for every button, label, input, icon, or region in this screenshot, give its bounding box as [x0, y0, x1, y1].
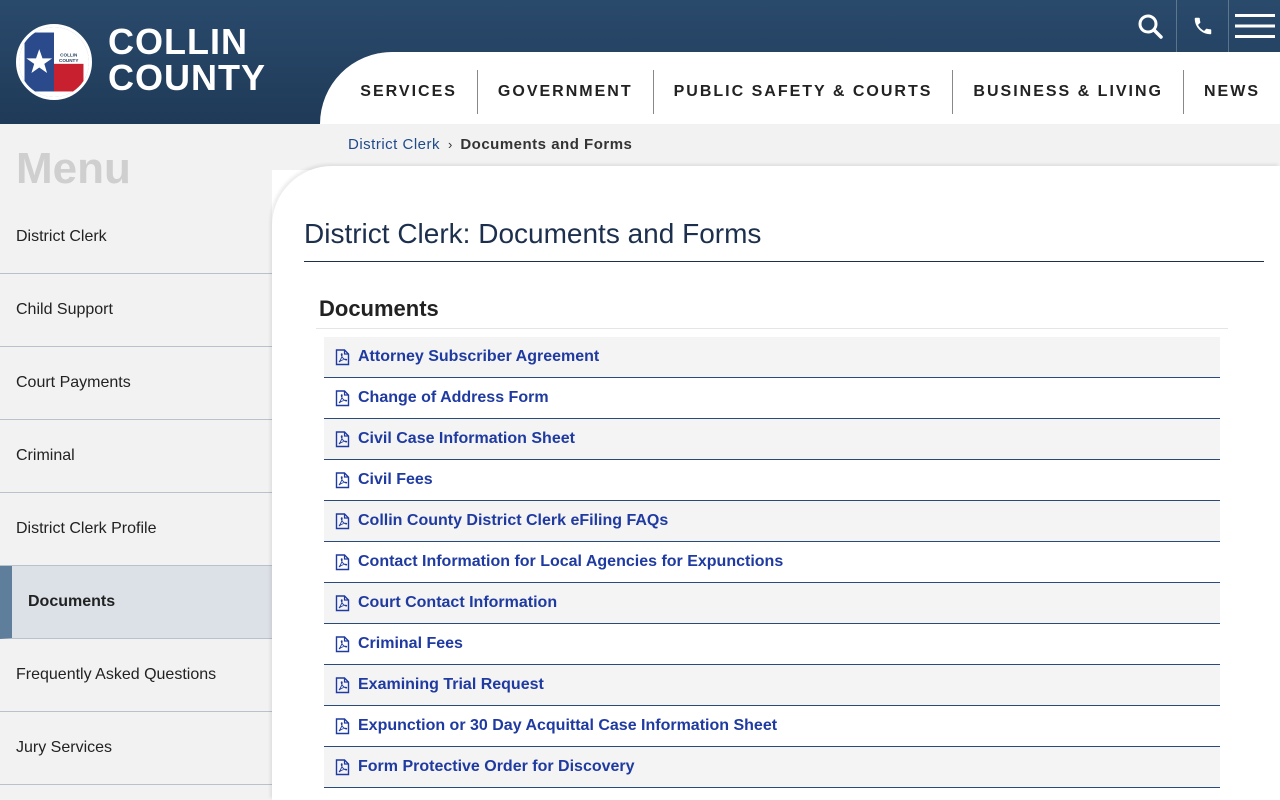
document-link[interactable]: Collin County District Clerk eFiling FAQ…	[324, 501, 1220, 542]
document-link[interactable]: Civil Fees	[324, 460, 1220, 501]
nav-business-living[interactable]: BUSINESS & LIVING	[952, 70, 1183, 114]
brand-line-2: COUNTY	[108, 57, 266, 98]
document-link-label: Court Contact Information	[358, 594, 558, 611]
hamburger-menu-icon	[1234, 14, 1275, 38]
pdf-file-icon	[335, 594, 350, 611]
document-link-label: Expunction or 30 Day Acquittal Case Info…	[358, 717, 778, 734]
nav-services[interactable]: SERVICES	[340, 70, 477, 114]
search-button[interactable]	[1124, 0, 1176, 52]
phone-icon	[1194, 17, 1211, 35]
county-seal-logo[interactable]: COLLIN COUNTY	[16, 24, 92, 100]
pdf-file-icon	[335, 430, 350, 447]
document-link-label: Change of Address Form	[358, 389, 549, 406]
sidebar-item-criminal[interactable]: Criminal	[0, 420, 272, 493]
document-link-label: Civil Case Information Sheet	[358, 430, 575, 447]
section-title: Documents	[319, 296, 439, 321]
phone-button[interactable]	[1176, 0, 1228, 52]
sidebar-item-child-support[interactable]: Child Support	[0, 274, 272, 347]
sidebar-item-documents[interactable]: Documents	[0, 566, 272, 639]
document-link[interactable]: Form Protective Order for Discovery	[324, 747, 1220, 788]
search-icon	[1138, 14, 1163, 39]
brand-line-1: COLLIN	[108, 21, 248, 62]
sidebar-menu: District Clerk Child Support Court Payme…	[0, 201, 272, 785]
document-link[interactable]: Examining Trial Request	[324, 665, 1220, 706]
document-link-label: Collin County District Clerk eFiling FAQ…	[358, 512, 669, 529]
utility-toolbar	[1124, 0, 1280, 52]
document-link[interactable]: Contact Information for Local Agencies f…	[324, 542, 1220, 583]
site-header: COLLIN COUNTY COLLIN COUNTY SERVICES GOV…	[0, 0, 1280, 124]
nav-news[interactable]: NEWS	[1183, 70, 1280, 114]
breadcrumb: District Clerk › Documents and Forms	[348, 136, 632, 153]
site-brand-name[interactable]: COLLIN COUNTY	[108, 24, 266, 96]
pdf-file-icon	[335, 676, 350, 693]
document-link[interactable]: Court Contact Information	[324, 583, 1220, 624]
pdf-file-icon	[335, 389, 350, 406]
document-link[interactable]: Change of Address Form	[324, 378, 1220, 419]
pdf-file-icon	[335, 553, 350, 570]
sidebar: Menu District Clerk Child Support Court …	[0, 124, 272, 800]
document-link[interactable]: Expunction or 30 Day Acquittal Case Info…	[324, 706, 1220, 747]
sidebar-title: Menu	[16, 144, 131, 193]
svg-text:COLLIN: COLLIN	[60, 52, 78, 57]
document-link[interactable]: Attorney Subscriber Agreement	[324, 337, 1220, 378]
document-list: Attorney Subscriber Agreement Change of A…	[324, 337, 1220, 788]
document-link-label: Criminal Fees	[358, 635, 463, 652]
pdf-file-icon	[335, 471, 350, 488]
document-link[interactable]: Criminal Fees	[324, 624, 1220, 665]
main-navigation: SERVICES GOVERNMENT PUBLIC SAFETY & COUR…	[320, 52, 1280, 124]
pdf-file-icon	[335, 717, 350, 734]
breadcrumb-separator: ›	[448, 137, 453, 152]
pdf-file-icon	[335, 635, 350, 652]
sidebar-item-jury-services[interactable]: Jury Services	[0, 712, 272, 785]
sidebar-item-faq[interactable]: Frequently Asked Questions	[0, 639, 272, 712]
sidebar-item-court-payments[interactable]: Court Payments	[0, 347, 272, 420]
main-content: District Clerk: Documents and Forms Docu…	[272, 166, 1280, 800]
page-title: District Clerk: Documents and Forms	[304, 218, 762, 249]
sidebar-item-district-clerk-profile[interactable]: District Clerk Profile	[0, 493, 272, 566]
title-divider	[304, 261, 1264, 262]
document-link-label: Contact Information for Local Agencies f…	[358, 553, 784, 570]
pdf-file-icon	[335, 512, 350, 529]
document-link[interactable]: Civil Case Information Sheet	[324, 419, 1220, 460]
nav-public-safety-courts[interactable]: PUBLIC SAFETY & COURTS	[652, 70, 953, 114]
section-divider	[316, 328, 1228, 329]
breadcrumb-current: Documents and Forms	[460, 136, 633, 153]
sidebar-item-district-clerk[interactable]: District Clerk	[0, 201, 272, 274]
document-link-label: Civil Fees	[358, 471, 433, 488]
document-link-label: Examining Trial Request	[358, 676, 544, 693]
svg-text:COUNTY: COUNTY	[59, 58, 78, 63]
document-link-label: Attorney Subscriber Agreement	[358, 348, 600, 365]
hamburger-menu-button[interactable]	[1228, 0, 1280, 52]
pdf-file-icon	[335, 758, 350, 775]
breadcrumb-district-clerk[interactable]: District Clerk	[348, 136, 440, 153]
nav-government[interactable]: GOVERNMENT	[476, 70, 653, 114]
document-link-label: Form Protective Order for Discovery	[358, 758, 635, 775]
pdf-file-icon	[335, 348, 350, 365]
